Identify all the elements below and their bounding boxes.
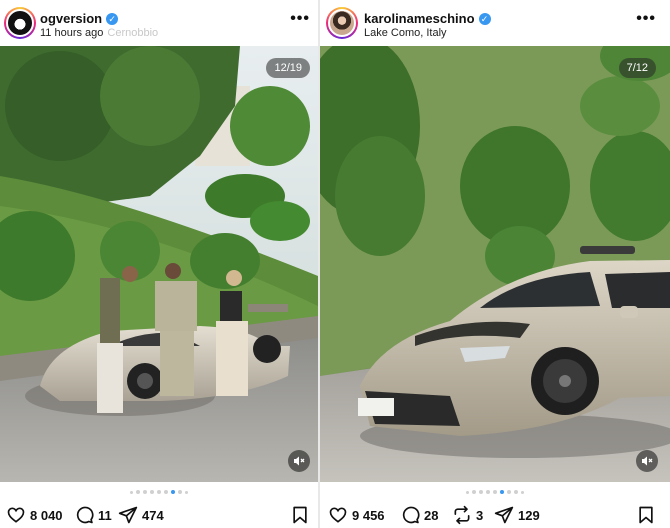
action-bar: 8 040 11 474: [0, 503, 318, 527]
heart-icon: [7, 507, 25, 523]
carousel-dot: [479, 490, 483, 494]
carousel-dot: [143, 490, 147, 494]
post-media[interactable]: 7/12: [320, 46, 670, 482]
speaker-muted-icon[interactable]: [636, 450, 658, 472]
carousel-dot-active: [500, 490, 504, 494]
post-card-ogversion: ogversion ✓ 11 hours ago Cernobbio ••• 1…: [0, 0, 318, 528]
car-photo: [0, 46, 318, 482]
carousel-dot: [157, 490, 161, 494]
carousel-dot: [486, 490, 490, 494]
like-count: 8 040: [30, 507, 63, 523]
post-header: ogversion ✓ 11 hours ago Cernobbio •••: [0, 0, 318, 46]
media-counter: 12/19: [266, 58, 310, 78]
comment-count: 11: [98, 507, 112, 523]
carousel-dot: [507, 490, 511, 494]
location-text: Lake Como, Italy: [364, 27, 447, 39]
post-header: karolinameschino ✓ Lake Como, Italy •••: [320, 0, 670, 46]
post-location[interactable]: Lake Como, Italy: [364, 27, 447, 39]
username-link[interactable]: ogversion ✓: [40, 11, 119, 26]
carousel-dot: [493, 490, 497, 494]
more-options-icon[interactable]: •••: [636, 10, 656, 28]
avatar[interactable]: [4, 7, 36, 39]
speaker-muted-icon[interactable]: [288, 450, 310, 472]
repost-icon: [454, 505, 470, 525]
carousel-dot: [472, 490, 476, 494]
media-counter: 7/12: [618, 58, 656, 78]
carousel-dot: [130, 491, 133, 494]
more-options-icon[interactable]: •••: [290, 10, 310, 28]
repost-count: 3: [476, 507, 484, 523]
comment-bubble-icon: [76, 506, 94, 524]
comment-count: 28: [424, 507, 439, 523]
bookmark-icon[interactable]: [636, 505, 656, 528]
post-time: 11 hours ago: [40, 27, 104, 39]
comment-button[interactable]: 28: [400, 503, 438, 527]
carousel-dot: [521, 491, 524, 494]
repost-button[interactable]: 3: [452, 503, 483, 527]
post-subtitle: 11 hours ago Cernobbio: [40, 27, 158, 39]
carousel-dot-active: [171, 490, 175, 494]
verified-badge-icon: ✓: [106, 13, 119, 25]
share-button[interactable]: 129: [494, 503, 540, 527]
carousel-dot: [514, 490, 518, 494]
comment-button[interactable]: 11: [74, 503, 112, 527]
location-faint: Cernobbio: [107, 27, 159, 39]
username-text: ogversion: [40, 11, 103, 26]
carousel-dot: [164, 490, 168, 494]
like-button[interactable]: 9 456: [328, 503, 385, 527]
avatar[interactable]: [326, 7, 358, 39]
post-media[interactable]: 12/19: [0, 46, 318, 482]
carousel-dot: [136, 490, 140, 494]
carousel-dot: [185, 491, 188, 494]
comment-bubble-icon: [402, 506, 420, 524]
action-bar: 9 456 28 3 129: [320, 503, 670, 527]
share-count: 129: [518, 507, 540, 523]
post-card-karolinameschino: karolinameschino✓ Lake Como, Italy •••: [320, 0, 670, 528]
carousel-dots: [0, 490, 318, 494]
verified-badge-icon: ✓: [478, 13, 491, 25]
share-count: 474: [142, 507, 164, 523]
paper-plane-icon: [494, 506, 514, 524]
bookmark-icon[interactable]: [290, 505, 310, 528]
paper-plane-icon: [118, 506, 138, 524]
carousel-dot: [150, 490, 154, 494]
share-button[interactable]: 474: [118, 503, 164, 527]
username-link[interactable]: karolinameschino ✓: [364, 11, 491, 26]
like-count: 9 456: [352, 507, 385, 523]
username-text: karolinameschino: [364, 11, 475, 26]
carousel-dots: [320, 490, 670, 494]
carousel-dot: [178, 490, 182, 494]
car-photo: [320, 46, 670, 482]
like-button[interactable]: 8 040: [6, 503, 63, 527]
heart-icon: [329, 507, 347, 523]
carousel-dot: [466, 491, 469, 494]
